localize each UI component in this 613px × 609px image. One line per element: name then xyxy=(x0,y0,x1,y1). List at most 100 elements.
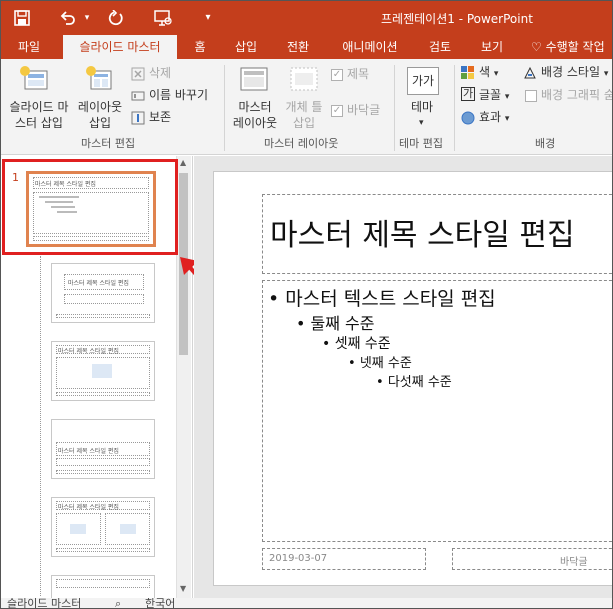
footer-placeholder[interactable] xyxy=(452,548,612,570)
thumbnail-placeholder xyxy=(56,579,150,588)
footer-checkbox[interactable]: ✓ xyxy=(331,105,343,117)
effects-icon xyxy=(461,111,475,125)
customize-icon[interactable]: ▾ xyxy=(201,7,215,29)
tab-review[interactable]: 검토 xyxy=(421,35,459,59)
thumbnail-content-icons xyxy=(70,524,86,534)
thumbnail-placeholder xyxy=(56,392,150,396)
text-level-5: • 다섯째 수준 xyxy=(376,375,452,390)
text-level-3: • 셋째 수준 xyxy=(322,336,391,352)
theme-dropdown-icon[interactable]: ▾ xyxy=(419,115,424,131)
save-icon[interactable] xyxy=(11,7,33,29)
thumbnail-content-icons xyxy=(120,524,136,534)
tab-view[interactable]: 보기 xyxy=(473,35,511,59)
delete-button[interactable]: 삭제 xyxy=(149,65,171,81)
hide-background-checkbox[interactable] xyxy=(525,90,537,102)
rename-button[interactable]: 이름 바꾸기 xyxy=(149,87,208,103)
thumbnail-title: 마스터 제목 스타일 편집 xyxy=(58,504,119,511)
text-level-2-label: 둘째 수준 xyxy=(310,314,375,333)
tab-slide-master[interactable]: 슬라이드 마스터 xyxy=(63,35,177,59)
thumbnail-placeholder xyxy=(56,470,150,474)
preserve-icon xyxy=(131,111,145,125)
slide-title: 마스터 제목 스타일 편집 xyxy=(270,218,575,253)
insert-slide-master-icon xyxy=(19,65,49,93)
ribbon-separator xyxy=(394,65,395,151)
preserve-button[interactable]: 보존 xyxy=(149,109,171,125)
ribbon-tabs: 파일 슬라이드 마스터 홈 삽입 전환 애니메이션 검토 보기 ♡ 수행할 작업 xyxy=(1,35,612,59)
text-level-1: • 마스터 텍스트 스타일 편집 xyxy=(268,288,496,310)
title-checkbox-label: 제목 xyxy=(347,67,370,81)
colors-icon xyxy=(461,66,475,80)
background-styles-button[interactable]: 배경 스타일 ▾ xyxy=(541,64,608,82)
redo-icon[interactable] xyxy=(105,7,127,29)
undo-icon[interactable] xyxy=(57,7,79,29)
fonts-icon: 가 xyxy=(461,87,475,101)
effects-label: 효과 xyxy=(479,110,502,124)
tell-me-label: 수행할 작업 xyxy=(545,40,605,54)
fonts-button[interactable]: 글꼴 ▾ xyxy=(479,87,509,105)
slide-canvas[interactable]: 마스터 제목 스타일 편집 • 마스터 텍스트 스타일 편집 • 둘째 수준 •… xyxy=(213,171,612,586)
insert-slide-master-button[interactable]: 슬라이드 마 스터 삽입 xyxy=(7,99,71,131)
thumbnail-title: 마스터 제목 스타일 편집 xyxy=(58,448,119,455)
chevron-down-icon: ▾ xyxy=(504,114,510,124)
thumbnail-placeholder xyxy=(56,314,150,318)
thumbnail-content-icons xyxy=(92,364,112,378)
highlight-box xyxy=(2,159,178,255)
layout-thumbnail[interactable]: 마스터 제목 스타일 편집 xyxy=(51,497,155,557)
thumbnail-title: 마스터 제목 스타일 편집 xyxy=(58,348,119,355)
group-label-master-layout: 마스터 레이아웃 xyxy=(264,137,339,150)
text-level-2: • 둘째 수준 xyxy=(296,314,375,333)
thumbnail-placeholder xyxy=(56,548,150,552)
ribbon-separator xyxy=(224,65,225,151)
status-bar: 슬라이드 마스터 ⌕ 한국어 xyxy=(1,598,612,609)
text-level-3-label: 셋째 수준 xyxy=(334,336,391,352)
scroll-down-icon[interactable]: ▼ xyxy=(180,584,186,593)
theme-button[interactable]: 테마 xyxy=(411,99,433,115)
tab-file[interactable]: 파일 xyxy=(1,35,57,59)
master-layout-button[interactable]: 마스터 레이아웃 xyxy=(231,99,279,131)
date-text: 2019-03-07 xyxy=(269,553,328,564)
layout-thumbnail[interactable]: 마스터 제목 스타일 편집 xyxy=(51,341,155,401)
colors-label: 색 xyxy=(479,65,491,79)
insert-layout-button[interactable]: 레이아웃 삽입 xyxy=(73,99,127,131)
text-level-1-label: 마스터 텍스트 스타일 편집 xyxy=(285,288,496,310)
tab-transitions[interactable]: 전환 xyxy=(279,35,317,59)
insert-placeholder-icon xyxy=(289,65,319,93)
tell-me-box[interactable]: ♡ 수행할 작업 xyxy=(531,35,605,59)
tab-home[interactable]: 홈 xyxy=(183,35,217,59)
tab-animations[interactable]: 애니메이션 xyxy=(333,35,407,59)
status-language[interactable]: 한국어 xyxy=(145,598,175,608)
text-level-5-label: 다섯째 수준 xyxy=(387,375,452,390)
undo-dropdown-icon[interactable]: ▾ xyxy=(81,7,93,29)
footer-text: 바닥글 xyxy=(560,557,588,568)
insert-layout-icon xyxy=(85,65,115,93)
thumbnail-title: 마스터 제목 스타일 편집 xyxy=(68,280,129,287)
effects-button[interactable]: 효과 ▾ xyxy=(479,109,509,127)
language-icon: ⌕ xyxy=(115,598,122,609)
layout-thumbnail[interactable]: 마스터 제목 스타일 편집 xyxy=(51,419,155,479)
background-styles-label: 배경 스타일 xyxy=(541,65,601,79)
lightbulb-icon: ♡ xyxy=(531,40,542,54)
insert-placeholder-button[interactable]: 개체 틀 삽입 xyxy=(281,99,327,131)
rename-icon xyxy=(131,89,145,103)
powerpoint-window: ▾ ▾ 프레젠테이션1 - PowerPoint 파일 슬라이드 마스터 홈 삽… xyxy=(0,0,613,609)
scroll-up-icon[interactable]: ▲ xyxy=(180,158,186,167)
group-label-background: 배경 xyxy=(535,137,556,150)
group-label-master-edit: 마스터 편집 xyxy=(81,137,136,150)
colors-button[interactable]: 색 ▾ xyxy=(479,64,498,82)
layout-thumbnail[interactable]: 마스터 제목 스타일 편집 xyxy=(51,263,155,323)
ribbon: 슬라이드 마 스터 삽입 레이아웃 삽입 삭제 이름 바꾸기 보존 마스터 편집… xyxy=(1,59,613,155)
text-level-4-label: 넷째 수준 xyxy=(359,356,412,371)
delete-icon xyxy=(131,67,145,81)
text-level-4: • 넷째 수준 xyxy=(348,356,412,371)
window-title: 프레젠테이션1 - PowerPoint xyxy=(381,12,533,26)
chevron-down-icon: ▾ xyxy=(603,69,609,79)
present-icon[interactable] xyxy=(151,7,175,29)
background-styles-icon xyxy=(523,66,537,80)
layout-connector-line xyxy=(40,256,41,596)
group-label-theme-edit: 테마 편집 xyxy=(399,137,443,150)
hide-background-label: 배경 그래픽 숨 xyxy=(541,88,613,102)
master-layout-icon xyxy=(239,65,269,93)
title-checkbox[interactable]: ✓ xyxy=(331,69,343,81)
title-bar: ▾ ▾ 프레젠테이션1 - PowerPoint xyxy=(1,1,612,35)
tab-insert[interactable]: 삽입 xyxy=(227,35,265,59)
